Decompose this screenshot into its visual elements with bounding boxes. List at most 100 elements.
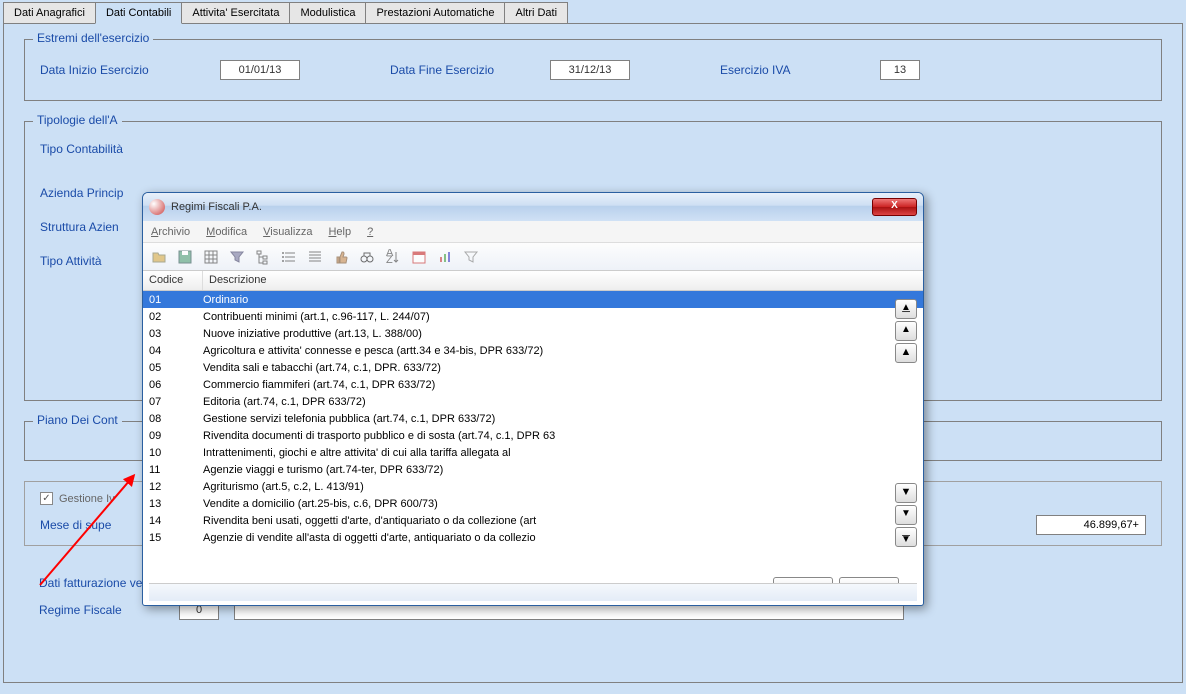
cell-descrizione: Rivendita documenti di trasporto pubblic…: [203, 430, 923, 442]
cell-codice: 01: [143, 294, 203, 306]
open-icon[interactable]: [151, 249, 167, 265]
checkbox-gestione-iva[interactable]: ✓: [40, 492, 53, 505]
app-icon: [149, 199, 165, 215]
group-title-piano: Piano Dei Cont: [33, 413, 122, 427]
thumbs-up-icon[interactable]: [333, 249, 349, 265]
label-tipo-contabilita: Tipo Contabilità: [40, 142, 220, 156]
cell-descrizione: Rivendita beni usati, oggetti d'arte, d'…: [203, 515, 923, 527]
group-title-tipologie: Tipologie dell'A: [33, 113, 122, 127]
cell-codice: 08: [143, 413, 203, 425]
cell-codice: 14: [143, 515, 203, 527]
svg-text:Z: Z: [386, 254, 393, 265]
menu-question[interactable]: ?: [367, 226, 373, 238]
tab-strip: Dati Anagrafici Dati Contabili Attivita'…: [0, 0, 1186, 24]
cell-descrizione: Commercio fiammiferi (art.74, c.1, DPR 6…: [203, 379, 923, 391]
list-row[interactable]: 11Agenzie viaggi e turismo (art.74-ter, …: [143, 461, 923, 478]
list-row[interactable]: 10Intrattenimenti, giochi e altre attivi…: [143, 444, 923, 461]
menu-visualizza[interactable]: Visualizza: [263, 226, 312, 238]
list-row[interactable]: 06Commercio fiammiferi (art.74, c.1, DPR…: [143, 376, 923, 393]
cell-descrizione: Contribuenti minimi (art.1, c.96-117, L.…: [203, 311, 923, 323]
label-data-inizio: Data Inizio Esercizio: [40, 63, 220, 77]
tab-attivita[interactable]: Attivita' Esercitata: [181, 2, 290, 24]
tab-altri[interactable]: Altri Dati: [504, 2, 568, 24]
dialog-regimi-fiscali: Regimi Fiscali P.A. X Archivio Modifica …: [142, 192, 924, 606]
list-row[interactable]: 02Contribuenti minimi (art.1, c.96-117, …: [143, 308, 923, 325]
dialog-toolbar: AZ: [143, 243, 923, 271]
list-icon[interactable]: [281, 249, 297, 265]
cell-codice: 06: [143, 379, 203, 391]
column-header-codice[interactable]: Codice: [143, 271, 203, 290]
cell-descrizione: Agricoltura e attivita' connesse e pesca…: [203, 345, 923, 357]
input-data-inizio[interactable]: [220, 60, 300, 80]
menu-archivio[interactable]: Archivio: [151, 226, 190, 238]
stats-icon[interactable]: [437, 249, 453, 265]
scroll-page-down-button[interactable]: ▼: [895, 505, 917, 525]
column-header-descrizione[interactable]: Descrizione: [203, 271, 923, 290]
label-gestione-iva: Gestione Iv: [59, 493, 115, 505]
cell-codice: 11: [143, 464, 203, 476]
menu-modifica[interactable]: Modifica: [206, 226, 247, 238]
list-body[interactable]: 01Ordinario02Contribuenti minimi (art.1,…: [143, 291, 923, 547]
scroll-first-button[interactable]: ▲─: [895, 299, 917, 319]
tab-prestazioni[interactable]: Prestazioni Automatiche: [365, 2, 505, 24]
cell-codice: 03: [143, 328, 203, 340]
list-row[interactable]: 13Vendite a domicilio (art.25-bis, c.6, …: [143, 495, 923, 512]
close-button[interactable]: X: [872, 198, 917, 216]
list-row[interactable]: 14Rivendita beni usati, oggetti d'arte, …: [143, 512, 923, 529]
group-title-estremi: Estremi dell'esercizio: [33, 31, 153, 45]
label-esercizio-iva: Esercizio IVA: [720, 63, 880, 77]
filter-icon[interactable]: [229, 249, 245, 265]
cell-descrizione: Ordinario: [203, 294, 923, 306]
value-amount: 46.899,67+: [1036, 515, 1146, 535]
cell-descrizione: Agriturismo (art.5, c.2, L. 413/91): [203, 481, 923, 493]
dialog-statusbar: [149, 583, 917, 601]
input-esercizio-iva[interactable]: [880, 60, 920, 80]
list-row[interactable]: 05Vendita sali e tabacchi (art.74, c.1, …: [143, 359, 923, 376]
cell-codice: 12: [143, 481, 203, 493]
list-row[interactable]: 12Agriturismo (art.5, c.2, L. 413/91): [143, 478, 923, 495]
input-data-fine[interactable]: [550, 60, 630, 80]
list2-icon[interactable]: [307, 249, 323, 265]
cell-codice: 07: [143, 396, 203, 408]
cell-descrizione: Agenzie viaggi e turismo (art.74-ter, DP…: [203, 464, 923, 476]
list-row[interactable]: 01Ordinario: [143, 291, 923, 308]
scroll-last-button[interactable]: ─▼: [895, 527, 917, 547]
tab-anagrafici[interactable]: Dati Anagrafici: [3, 2, 96, 24]
save-icon[interactable]: [177, 249, 193, 265]
funnel-icon[interactable]: [463, 249, 479, 265]
list-row[interactable]: 15Agenzie di vendite all'asta di oggetti…: [143, 529, 923, 546]
cell-codice: 04: [143, 345, 203, 357]
cell-codice: 10: [143, 447, 203, 459]
scroll-up-button[interactable]: ▲: [895, 343, 917, 363]
scroll-down-button[interactable]: ▼: [895, 483, 917, 503]
dialog-title: Regimi Fiscali P.A.: [171, 201, 872, 213]
tab-modulistica[interactable]: Modulistica: [289, 2, 366, 24]
dialog-titlebar[interactable]: Regimi Fiscali P.A. X: [143, 193, 923, 221]
binoculars-icon[interactable]: [359, 249, 375, 265]
list-header: Codice Descrizione: [143, 271, 923, 291]
scroll-page-up-button[interactable]: ▲: [895, 321, 917, 341]
dialog-menubar: Archivio Modifica Visualizza Help ?: [143, 221, 923, 243]
cell-descrizione: Intrattenimenti, giochi e altre attivita…: [203, 447, 923, 459]
list-row[interactable]: 07Editoria (art.74, c.1, DPR 633/72): [143, 393, 923, 410]
sort-icon[interactable]: AZ: [385, 249, 401, 265]
list-row[interactable]: 09Rivendita documenti di trasporto pubbl…: [143, 427, 923, 444]
cell-codice: 15: [143, 532, 203, 544]
cell-codice: 02: [143, 311, 203, 323]
list-row[interactable]: 03Nuove iniziative produttive (art.13, L…: [143, 325, 923, 342]
calendar-icon[interactable]: [411, 249, 427, 265]
cell-descrizione: Gestione servizi telefonia pubblica (art…: [203, 413, 923, 425]
grid-icon[interactable]: [203, 249, 219, 265]
list-row[interactable]: 04Agricoltura e attivita' connesse e pes…: [143, 342, 923, 359]
tree-icon[interactable]: [255, 249, 271, 265]
tab-contabili[interactable]: Dati Contabili: [95, 2, 182, 24]
cell-descrizione: Vendite a domicilio (art.25-bis, c.6, DP…: [203, 498, 923, 510]
cell-codice: 05: [143, 362, 203, 374]
cell-codice: 09: [143, 430, 203, 442]
menu-help[interactable]: Help: [328, 226, 351, 238]
cell-descrizione: Editoria (art.74, c.1, DPR 633/72): [203, 396, 923, 408]
cell-codice: 13: [143, 498, 203, 510]
list-row[interactable]: 08Gestione servizi telefonia pubblica (a…: [143, 410, 923, 427]
cell-descrizione: Nuove iniziative produttive (art.13, L. …: [203, 328, 923, 340]
cell-descrizione: Agenzie di vendite all'asta di oggetti d…: [203, 532, 923, 544]
